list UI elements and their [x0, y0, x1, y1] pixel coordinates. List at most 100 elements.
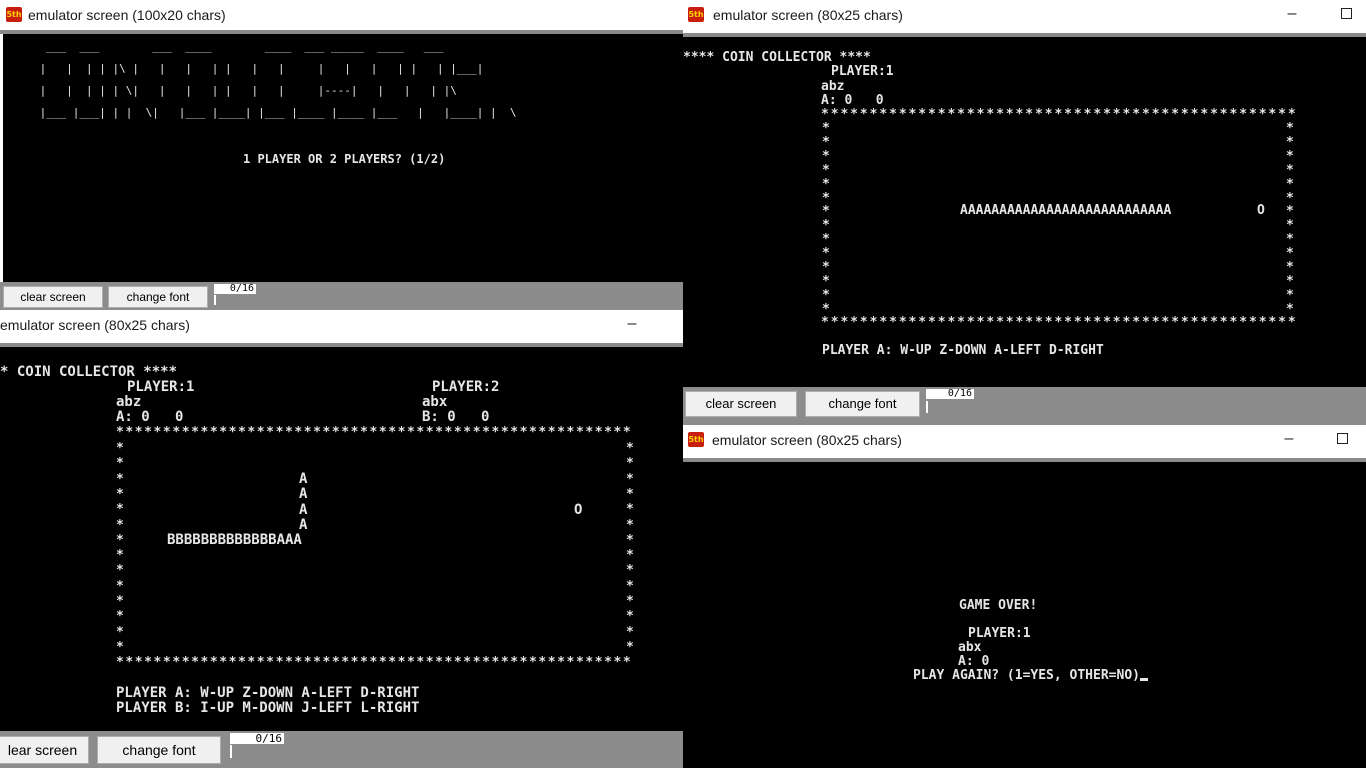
game-over-titlebar[interactable]: 5th emulator screen (80x25 chars) – [683, 425, 1366, 455]
minimize-icon[interactable]: – [622, 314, 642, 334]
clear-screen-button[interactable]: lear screen [0, 736, 89, 764]
border-left-star: * [116, 639, 124, 655]
maximize-icon[interactable] [1336, 4, 1356, 24]
player-1-label: PLAYER:1 [127, 379, 195, 395]
player-b-snake: BBBBBBBBBBBBBAAA [167, 532, 302, 548]
border-left-star: * [116, 471, 124, 487]
border-top: ****************************************… [116, 425, 633, 440]
menu-window: 5th emulator screen (100x20 chars) ___ _… [0, 0, 683, 310]
char-counter: 0/16 [214, 284, 256, 294]
player-2-score: B: 0 0 [422, 409, 490, 425]
border-right-star: * [626, 548, 634, 564]
player-label: PLAYER:1 [831, 64, 894, 79]
coin: O [1257, 203, 1265, 218]
border-right-star: * [1286, 204, 1294, 220]
play-again-text: PLAY AGAIN? (1=YES, OTHER=NO) [913, 668, 1140, 683]
player-2-name: abx [422, 394, 448, 410]
border-right-star: * [1286, 148, 1294, 164]
menu-screen: ___ ___ ___ ____ ____ ___ _____ ____ ___… [3, 34, 683, 282]
border-left-star: * [116, 609, 124, 625]
player-a-snake-segment: A [299, 501, 308, 518]
border-left-star: * [822, 190, 830, 206]
border-left-star: * [822, 121, 830, 136]
border-right-star: * [1286, 162, 1294, 178]
game-over-heading: GAME OVER! [959, 598, 1038, 613]
input-caret [230, 745, 232, 758]
player-a-snake-segment: A [299, 471, 308, 487]
minimize-icon[interactable]: – [1282, 4, 1302, 24]
border-right-star: * [1286, 218, 1294, 234]
change-font-button[interactable]: change font [108, 286, 208, 308]
border-left-star: * [822, 134, 830, 150]
border-left-star: * [822, 232, 830, 248]
border-left-star: * [822, 176, 830, 192]
change-font-button[interactable]: change font [97, 736, 221, 764]
player-1-score: A: 0 0 [116, 409, 184, 425]
menu-titlebar[interactable]: 5th emulator screen (100x20 chars) [0, 0, 683, 30]
border-right-star: * [1286, 232, 1294, 248]
border-right-star: * [626, 471, 634, 487]
border-left-star: * [116, 441, 124, 456]
player-1-name: abz [116, 394, 142, 410]
two-player-screen: * COIN COLLECTOR **** PLAYER:1 abz A: 0 … [0, 347, 683, 731]
char-counter: 0/16 [230, 733, 284, 744]
border-left-star: * [116, 486, 124, 502]
two-player-titlebar[interactable]: emulator screen (80x25 chars) – [0, 310, 683, 340]
app-icon: 5th [688, 432, 704, 447]
border-left-star: * [822, 273, 830, 289]
app-icon: 5th [688, 7, 704, 22]
border-top: ****************************************… [821, 107, 1298, 122]
clear-screen-button[interactable]: clear screen [685, 391, 797, 417]
menu-footer: clear screen change font 0/16 [0, 282, 683, 310]
border-left-star: * [822, 260, 830, 275]
window-title: emulator screen (100x20 chars) [28, 7, 226, 23]
minimize-icon[interactable]: – [1279, 429, 1299, 449]
border-left-star: * [116, 517, 124, 533]
two-player-window: emulator screen (80x25 chars) – * COIN C… [0, 310, 683, 768]
border-bottom: ****************************************… [821, 315, 1298, 330]
border-right-star: * [626, 639, 634, 655]
input-caret [214, 295, 216, 305]
border-left-star: * [822, 246, 830, 262]
border-left-star: * [822, 287, 830, 303]
game-over-window: 5th emulator screen (80x25 chars) – GAME… [683, 425, 1366, 768]
player-a-snake-segment: A [299, 486, 308, 503]
one-player-titlebar[interactable]: 5th emulator screen (80x25 chars) – [683, 0, 1366, 30]
border-right-star: * [626, 609, 634, 625]
border-right-star: * [1286, 121, 1294, 136]
player-a-snake-segment: A [299, 516, 308, 533]
player-2-label: PLAYER:2 [432, 379, 500, 395]
player-b-controls: PLAYER B: I-UP M-DOWN J-LEFT L-RIGHT [116, 700, 420, 716]
text-cursor [1139, 678, 1148, 681]
border-right-star: * [1286, 134, 1294, 150]
game-heading: * COIN COLLECTOR **** [0, 364, 178, 380]
border-left-star: * [116, 594, 124, 609]
one-player-footer: clear screen change font 0/16 [683, 387, 1366, 425]
border-left-star: * [116, 578, 124, 594]
play-again-prompt[interactable]: PLAY AGAIN? (1=YES, OTHER=NO) [913, 668, 1148, 683]
border-bottom: ****************************************… [116, 655, 633, 670]
border-left-star: * [116, 456, 124, 472]
window-title: emulator screen (80x25 chars) [713, 7, 903, 23]
maximize-icon[interactable] [1332, 429, 1352, 449]
border-left-star: * [116, 502, 124, 518]
player-name: abx [958, 640, 982, 655]
coin-collector-banner: ___ ___ ___ ____ ____ ___ _____ ____ ___… [39, 40, 517, 119]
border-right-star: * [1286, 260, 1294, 275]
player-a-controls: PLAYER A: W-UP Z-DOWN A-LEFT D-RIGHT [822, 343, 1104, 358]
input-caret [926, 401, 928, 413]
coin: O [574, 502, 583, 518]
border-right-star: * [1286, 287, 1294, 303]
border-right-star: * [626, 594, 634, 609]
border-right-star: * [626, 456, 634, 472]
player-a-controls: PLAYER A: W-UP Z-DOWN A-LEFT D-RIGHT [116, 685, 420, 701]
change-font-button[interactable]: change font [805, 391, 920, 417]
clear-screen-button[interactable]: clear screen [3, 286, 103, 308]
two-player-footer: lear screen change font 0/16 [0, 731, 683, 768]
border-right-star: * [626, 441, 634, 456]
final-score: A: 0 [958, 654, 990, 669]
border-right-star: * [1286, 176, 1294, 192]
border-right-star: * [1286, 273, 1294, 289]
border-right-star: * [626, 624, 634, 640]
player-label: PLAYER:1 [968, 626, 1031, 641]
